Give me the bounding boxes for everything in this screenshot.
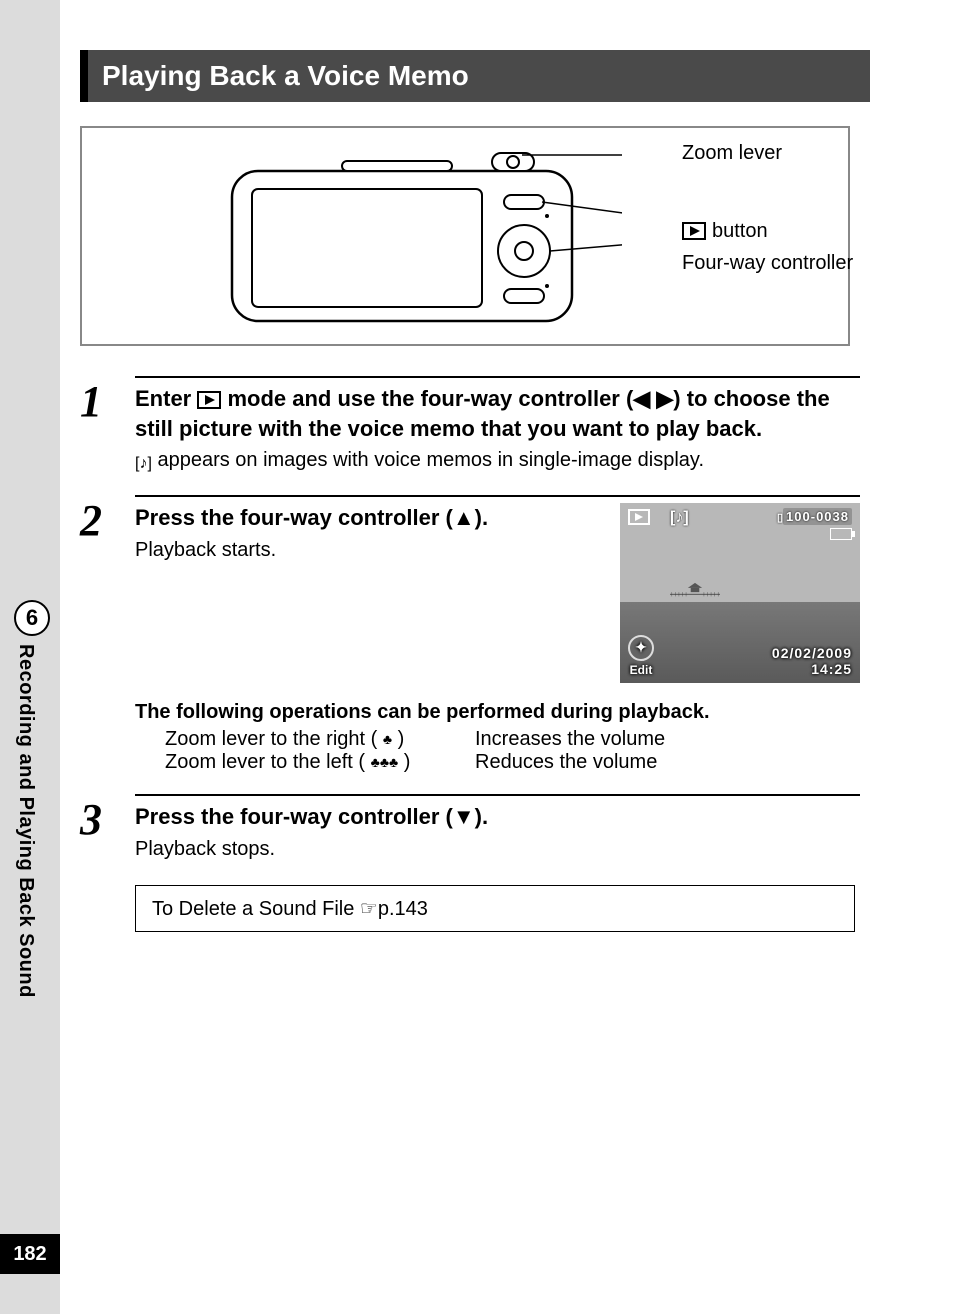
ops-row2-right: Reduces the volume — [475, 751, 657, 774]
pointer-icon: ☞ — [360, 898, 378, 920]
screenshot-date: 02/02/2009 — [772, 645, 852, 661]
screenshot-topbar: [♪] ▯100-0038 — [620, 509, 860, 543]
step-1-title: Enter mode and use the four-way controll… — [135, 384, 860, 443]
cross-reference-box: To Delete a Sound File ☞p.143 — [135, 885, 855, 932]
ops-row1-left-post: ) — [398, 728, 405, 750]
page-number: 182 — [0, 1234, 60, 1274]
step-1-desc: [♪] appears on images with voice memos i… — [135, 447, 860, 475]
label-four-way: Four-way controller — [682, 248, 853, 278]
section-number: 6 — [26, 605, 38, 631]
camera-diagram: Zoom lever button Four-way controller — [80, 126, 850, 346]
screenshot-bottom: ✦ Edit 02/02/2009 14:25 — [628, 635, 852, 677]
camera-illustration — [222, 141, 622, 331]
step-2-title: Press the four-way controller (▲). — [135, 503, 604, 533]
screenshot-pier-graphic — [670, 575, 720, 605]
ops-row1-left-pre: Zoom lever to the right ( — [165, 728, 377, 750]
label-zoom-lever: Zoom lever — [682, 138, 853, 168]
step-1-title-pre: Enter — [135, 386, 197, 411]
ops-row-1: Zoom lever to the right ( ♣ ) Increases … — [165, 728, 870, 751]
content-area: Playing Back a Voice Memo — [80, 50, 870, 932]
lcd-screenshot: [♪] ▯100-0038 — [620, 503, 860, 683]
operations-table: Zoom lever to the right ( ♣ ) Increases … — [165, 728, 870, 774]
step-1-rule — [135, 376, 860, 378]
screenshot-play-icon — [628, 509, 650, 528]
page: 182 6 Recording and Playing Back Sound P… — [0, 0, 954, 1314]
screenshot-time: 14:25 — [772, 661, 852, 677]
step-1-number: 1 — [80, 376, 135, 475]
label-controller-text: Four-way controller — [682, 248, 853, 278]
step-1: 1 Enter mode and use the four-way contro… — [80, 376, 860, 475]
screenshot-edit-label: Edit — [630, 663, 653, 677]
single-tree-icon: ♣ — [383, 731, 392, 747]
play-icon — [682, 222, 706, 240]
step-1-desc-text: appears on images with voice memos in si… — [152, 449, 704, 471]
step-3-rule — [135, 794, 860, 796]
step-2-rule — [135, 495, 860, 497]
voice-memo-icon: [♪] — [135, 453, 152, 475]
label-zoom-text: Zoom lever — [682, 138, 782, 168]
section-title: Recording and Playing Back Sound — [14, 644, 37, 1074]
edit-wheel-icon: ✦ — [628, 635, 654, 661]
section-number-badge: 6 — [14, 600, 50, 636]
label-play-button: button — [682, 216, 853, 246]
linkbox-page-ref: p.143 — [378, 898, 428, 920]
linkbox-text: To Delete a Sound File — [152, 898, 360, 920]
label-play-text: button — [712, 216, 768, 246]
screenshot-memo-icon: [♪] — [670, 509, 689, 527]
screenshot-file-id: 100-0038 — [783, 508, 852, 525]
operations-heading: The following operations can be performe… — [135, 701, 870, 724]
page-title: Playing Back a Voice Memo — [80, 50, 870, 102]
ops-row2-left-pre: Zoom lever to the left ( — [165, 751, 365, 773]
step-3-title: Press the four-way controller (▼). — [135, 802, 860, 832]
play-mode-icon — [197, 391, 221, 409]
ops-row1-right: Increases the volume — [475, 728, 665, 751]
step-1-title-mid: mode and use the four-way controller (◀ … — [135, 386, 830, 441]
step-3: 3 Press the four-way controller (▼). Pla… — [80, 794, 860, 863]
step-3-desc: Playback stops. — [135, 836, 860, 863]
step-3-number: 3 — [80, 794, 135, 863]
step-2-desc: Playback starts. — [135, 537, 604, 564]
ops-row2-left-post: ) — [404, 751, 411, 773]
section-tab: 6 Recording and Playing Back Sound — [14, 600, 50, 1080]
step-2: 2 Press the four-way controller (▲). Pla… — [80, 495, 860, 683]
triple-tree-icon: ♣♣♣ — [371, 754, 399, 770]
step-2-number: 2 — [80, 495, 135, 683]
battery-icon — [830, 528, 852, 540]
diagram-labels: Zoom lever button Four-way controller — [682, 138, 853, 326]
ops-row-2: Zoom lever to the left ( ♣♣♣ ) Reduces t… — [165, 751, 870, 774]
